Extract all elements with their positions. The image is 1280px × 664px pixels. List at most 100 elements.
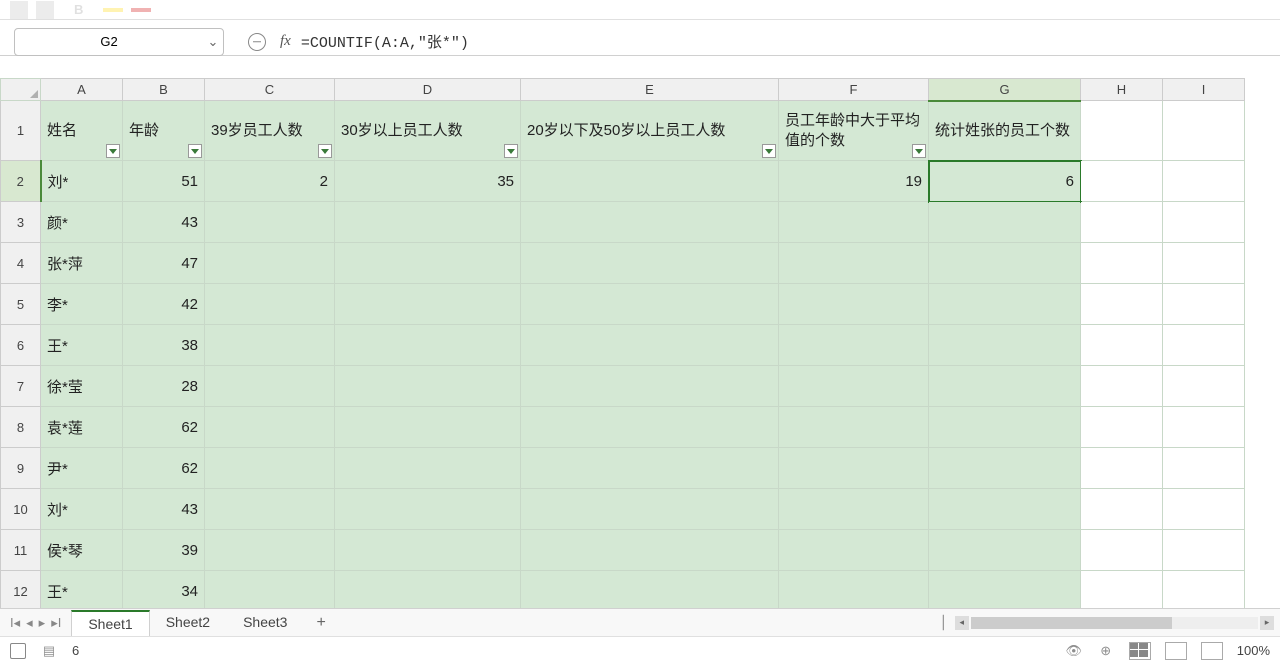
cell-D5[interactable]: [335, 284, 521, 325]
cell-E10[interactable]: [521, 489, 779, 530]
cell-C3[interactable]: [205, 202, 335, 243]
cell-F8[interactable]: [779, 407, 929, 448]
cell-E2[interactable]: [521, 161, 779, 202]
cell-H9[interactable]: [1081, 448, 1163, 489]
zoom-out-icon[interactable]: [248, 33, 266, 51]
cell-H3[interactable]: [1081, 202, 1163, 243]
cell-B12[interactable]: 34: [123, 571, 205, 609]
row-header-8[interactable]: 8: [1, 407, 41, 448]
col-header-G[interactable]: G: [929, 79, 1081, 101]
cell-C12[interactable]: [205, 571, 335, 609]
cell-I4[interactable]: [1163, 243, 1245, 284]
cell-B9[interactable]: 62: [123, 448, 205, 489]
scroll-right-icon[interactable]: ▸: [1260, 616, 1274, 630]
cell-F6[interactable]: [779, 325, 929, 366]
cell-E7[interactable]: [521, 366, 779, 407]
cell-G12[interactable]: [929, 571, 1081, 609]
cell-A8[interactable]: 袁*莲: [41, 407, 123, 448]
name-box[interactable]: G2 ⌄: [14, 28, 224, 56]
cell-F3[interactable]: [779, 202, 929, 243]
row-header-4[interactable]: 4: [1, 243, 41, 284]
row-header-7[interactable]: 7: [1, 366, 41, 407]
cell-I9[interactable]: [1163, 448, 1245, 489]
row-header-11[interactable]: 11: [1, 530, 41, 571]
cell-F12[interactable]: [779, 571, 929, 609]
eye-icon[interactable]: 👁: [1065, 642, 1083, 660]
sheet-nav-first[interactable]: I◂: [10, 615, 20, 631]
filter-button-D[interactable]: [504, 144, 518, 158]
cell-F9[interactable]: [779, 448, 929, 489]
col-header-B[interactable]: B: [123, 79, 205, 101]
row-header-2[interactable]: 2: [1, 161, 41, 202]
cell-H2[interactable]: [1081, 161, 1163, 202]
sheet-nav-last[interactable]: ▸I: [51, 615, 61, 631]
cell-H5[interactable]: [1081, 284, 1163, 325]
cell-C4[interactable]: [205, 243, 335, 284]
select-all-corner[interactable]: [1, 79, 41, 101]
row-header-9[interactable]: 9: [1, 448, 41, 489]
page-layout-button[interactable]: [1165, 642, 1187, 660]
cell-D4[interactable]: [335, 243, 521, 284]
cell-C10[interactable]: [205, 489, 335, 530]
cell-I10[interactable]: [1163, 489, 1245, 530]
cell-D10[interactable]: [335, 489, 521, 530]
cell-G3[interactable]: [929, 202, 1081, 243]
focus-icon[interactable]: ⊕: [1097, 642, 1115, 660]
sheet-nav-next[interactable]: ▸: [39, 615, 46, 631]
cell-C6[interactable]: [205, 325, 335, 366]
cell-B3[interactable]: 43: [123, 202, 205, 243]
cell-E5[interactable]: [521, 284, 779, 325]
row-header-10[interactable]: 10: [1, 489, 41, 530]
page-break-button[interactable]: [1201, 642, 1223, 660]
cell-E12[interactable]: [521, 571, 779, 609]
cell-D7[interactable]: [335, 366, 521, 407]
spreadsheet-grid[interactable]: ABCDEFGHI1姓名年龄39岁员工人数30岁以上员工人数20岁以下及50岁以…: [0, 78, 1280, 608]
cell-F7[interactable]: [779, 366, 929, 407]
normal-view-button[interactable]: [1129, 642, 1151, 660]
row-header-3[interactable]: 3: [1, 202, 41, 243]
cell-G2[interactable]: 6: [929, 161, 1081, 202]
cell-F4[interactable]: [779, 243, 929, 284]
sheet-add-button[interactable]: +: [304, 610, 337, 636]
cell-I3[interactable]: [1163, 202, 1245, 243]
cell-D1[interactable]: 30岁以上员工人数: [335, 101, 521, 161]
cell-A12[interactable]: 王*: [41, 571, 123, 609]
cell-I5[interactable]: [1163, 284, 1245, 325]
cell-E1[interactable]: 20岁以下及50岁以上员工人数: [521, 101, 779, 161]
cell-G8[interactable]: [929, 407, 1081, 448]
cell-B8[interactable]: 62: [123, 407, 205, 448]
row-header-5[interactable]: 5: [1, 284, 41, 325]
cell-F2[interactable]: 19: [779, 161, 929, 202]
cell-A3[interactable]: 颜*: [41, 202, 123, 243]
scroll-left-icon[interactable]: ◂: [955, 616, 969, 630]
col-header-F[interactable]: F: [779, 79, 929, 101]
cell-G1[interactable]: 统计姓张的员工个数: [929, 101, 1081, 161]
sheet-tab-sheet2[interactable]: Sheet2: [150, 610, 227, 636]
col-header-C[interactable]: C: [205, 79, 335, 101]
cell-I11[interactable]: [1163, 530, 1245, 571]
cell-I1[interactable]: [1163, 101, 1245, 161]
cell-C7[interactable]: [205, 366, 335, 407]
fx-icon[interactable]: fx: [280, 33, 291, 50]
cell-F1[interactable]: 员工年龄中大于平均值的个数: [779, 101, 929, 161]
cell-A4[interactable]: 张*萍: [41, 243, 123, 284]
cell-G10[interactable]: [929, 489, 1081, 530]
cell-G7[interactable]: [929, 366, 1081, 407]
cell-F10[interactable]: [779, 489, 929, 530]
cell-E8[interactable]: [521, 407, 779, 448]
col-header-H[interactable]: H: [1081, 79, 1163, 101]
col-header-A[interactable]: A: [41, 79, 123, 101]
col-header-E[interactable]: E: [521, 79, 779, 101]
stats-icon[interactable]: ▤: [40, 642, 58, 660]
cell-I12[interactable]: [1163, 571, 1245, 609]
cell-C5[interactable]: [205, 284, 335, 325]
sheet-tab-sheet3[interactable]: Sheet3: [227, 610, 304, 636]
cell-C1[interactable]: 39岁员工人数: [205, 101, 335, 161]
horizontal-scrollbar[interactable]: ⎮ ◂ ▸: [940, 616, 1280, 630]
cell-C2[interactable]: 2: [205, 161, 335, 202]
cell-B4[interactable]: 47: [123, 243, 205, 284]
cell-H1[interactable]: [1081, 101, 1163, 161]
cell-A7[interactable]: 徐*莹: [41, 366, 123, 407]
cell-H8[interactable]: [1081, 407, 1163, 448]
cell-C8[interactable]: [205, 407, 335, 448]
